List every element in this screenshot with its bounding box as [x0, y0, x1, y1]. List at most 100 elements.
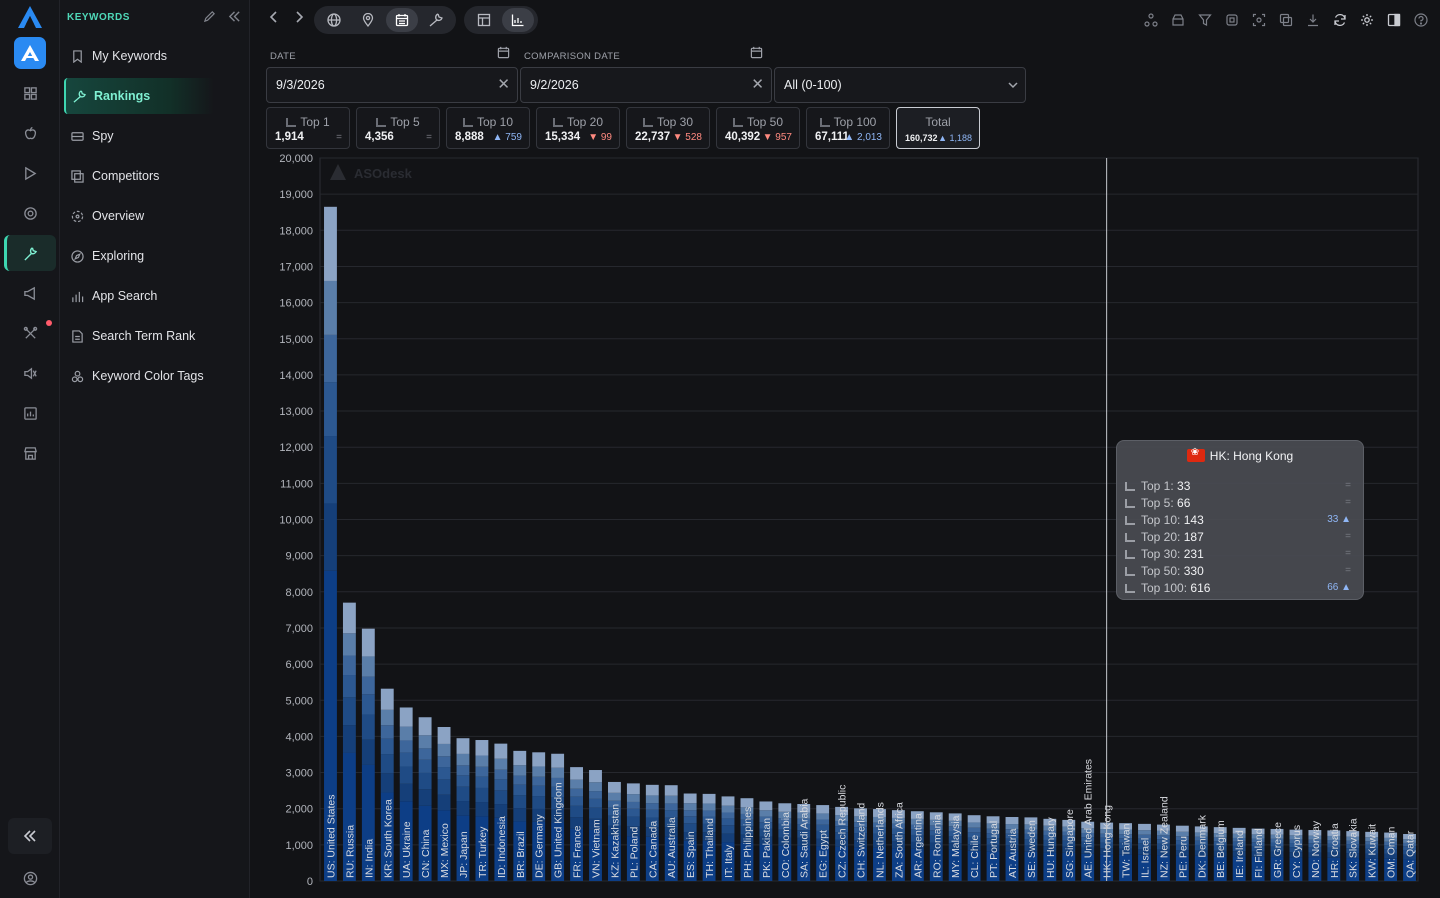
sidebar-item-search-term-rank[interactable]: Search Term Rank: [64, 318, 214, 354]
megaphone-icon[interactable]: [20, 283, 40, 303]
duplicate-icon[interactable]: [1278, 12, 1293, 27]
bar-segment: [570, 796, 584, 806]
bar-segment: [967, 822, 981, 828]
sidebar-item-spy[interactable]: Spy: [64, 118, 214, 154]
stat-chip-top-100[interactable]: Top 100 67,111 ▲ 2,013: [806, 107, 890, 149]
sidebar-item-overview[interactable]: Overview: [64, 198, 214, 234]
tools-icon[interactable]: [20, 323, 40, 343]
stat-value: 1,914: [275, 131, 304, 143]
x-category-label: OM: Oman: [1386, 826, 1398, 878]
date-field[interactable]: 9/3/2026 ✕: [266, 67, 518, 103]
bar-segment: [721, 818, 735, 826]
rank-range-select[interactable]: All (0-100): [774, 67, 1026, 103]
sidebar-item-my-keywords[interactable]: My Keywords: [64, 38, 214, 74]
stat-chip-top-5[interactable]: Top 5 4,356 =: [356, 107, 440, 149]
bar-segment: [380, 709, 394, 726]
stop-icon[interactable]: [1224, 12, 1239, 27]
stat-chip-total[interactable]: Total 160,732 ▲ 1,188: [896, 107, 980, 149]
stat-chip-top-50[interactable]: Top 50 40,392 ▼ 957: [716, 107, 800, 149]
sidebar-item-app-search[interactable]: App Search: [64, 278, 214, 314]
sidebar-item-competitors[interactable]: Competitors: [64, 158, 214, 194]
y-tick-label: 0: [307, 876, 313, 888]
clear-date-icon[interactable]: ✕: [497, 77, 510, 92]
bar-segment: [645, 784, 659, 796]
bar-segment: [342, 675, 356, 698]
bar-segment: [361, 714, 375, 740]
x-category-label: TH: Thailand: [704, 818, 716, 878]
y-tick-label: 9,000: [285, 551, 313, 563]
bar-segment: [380, 725, 394, 739]
bar-segment: [532, 796, 546, 809]
user-account-icon[interactable]: [20, 868, 40, 888]
bar-chart-icon: [819, 118, 830, 127]
bar-segment: [380, 754, 394, 774]
panel-toggle-icon[interactable]: [1386, 12, 1401, 27]
sidebar-item-label: Rankings: [94, 89, 151, 103]
sidebar-item-rankings[interactable]: Rankings: [64, 78, 214, 114]
x-category-label: CN: China: [420, 829, 432, 878]
refresh-icon[interactable]: [1332, 12, 1347, 27]
calendar-icon[interactable]: [386, 8, 418, 32]
comparison-date-field[interactable]: 9/2/2026 ✕: [520, 67, 772, 103]
bar-segment: [475, 776, 489, 788]
app-avatar-icon[interactable]: [14, 37, 46, 69]
stat-chip-top-20[interactable]: Top 20 15,334 ▼ 99: [536, 107, 620, 149]
forward-arrow-icon[interactable]: [293, 10, 305, 29]
stat-value: 22,737: [635, 131, 671, 143]
report-icon[interactable]: [20, 403, 40, 423]
play-store-icon[interactable]: [20, 163, 40, 183]
y-tick-label: 2,000: [285, 804, 313, 816]
collapse-rail-button[interactable]: [8, 818, 52, 854]
date-calendar-icon[interactable]: [497, 46, 510, 62]
comparison-calendar-icon[interactable]: [750, 46, 763, 62]
top-toolbar: [250, 0, 1440, 40]
share-icon[interactable]: [1143, 12, 1158, 27]
keywords-sidebar: KEYWORDS My Keywords Rankings Spy Compet…: [60, 0, 250, 898]
bar-segment: [721, 796, 735, 806]
focus-icon[interactable]: [1251, 12, 1266, 27]
tooltip-row-value: 66: [1177, 496, 1191, 510]
settings-gear-icon[interactable]: [1359, 12, 1374, 27]
bar-segment: [721, 825, 735, 834]
keywords-wrench-icon[interactable]: [20, 243, 40, 263]
filter-icon[interactable]: [1197, 12, 1212, 27]
tooltip-row-value: 330: [1183, 564, 1204, 578]
clear-comparison-date-icon[interactable]: ✕: [751, 77, 764, 92]
edit-pencil-icon[interactable]: [203, 10, 216, 26]
y-tick-label: 20,000: [279, 153, 313, 165]
target-icon[interactable]: [20, 203, 40, 223]
collapse-sidebar-icon[interactable]: [228, 10, 241, 26]
globe-icon[interactable]: [318, 8, 350, 32]
download-icon[interactable]: [1305, 12, 1320, 27]
tooltip-row-label: Top 1:: [1141, 479, 1174, 493]
y-tick-label: 14,000: [279, 370, 313, 382]
apple-icon[interactable]: [20, 123, 40, 143]
sidebar-item-keyword-color-tags[interactable]: Keyword Color Tags: [64, 358, 214, 394]
location-pin-icon[interactable]: [352, 8, 384, 32]
chart-view-icon[interactable]: [502, 8, 534, 32]
date-label: DATE: [270, 51, 296, 62]
stat-chip-top-30[interactable]: Top 30 22,737 ▼ 528: [626, 107, 710, 149]
dashboard-icon[interactable]: [20, 83, 40, 103]
bar-segment: [437, 767, 451, 780]
bar-segment: [513, 750, 527, 766]
x-category-label: FI: Finland: [1253, 828, 1265, 878]
y-tick-label: 1,000: [285, 840, 313, 852]
back-arrow-icon[interactable]: [268, 10, 280, 29]
stat-chip-top-1[interactable]: Top 1 1,914 =: [266, 107, 350, 149]
sidebar-item-exploring[interactable]: Exploring: [64, 238, 214, 274]
stat-chip-top-10[interactable]: Top 10 8,888 ▲ 759: [446, 107, 530, 149]
tooltip-row-value: 187: [1183, 530, 1204, 544]
table-view-icon[interactable]: [468, 8, 500, 32]
wrench-icon[interactable]: [420, 8, 452, 32]
brand-logo-icon[interactable]: [17, 5, 43, 29]
bar-segment: [456, 786, 470, 802]
archive-icon[interactable]: [1170, 12, 1185, 27]
help-icon[interactable]: [1413, 12, 1428, 27]
x-category-label: NO: Norway: [1310, 820, 1322, 878]
store-icon[interactable]: [20, 443, 40, 463]
y-tick-label: 12,000: [279, 442, 313, 454]
y-tick-label: 18,000: [279, 225, 313, 237]
sound-icon[interactable]: [20, 363, 40, 383]
x-category-label: EG: Egypt: [818, 830, 830, 878]
